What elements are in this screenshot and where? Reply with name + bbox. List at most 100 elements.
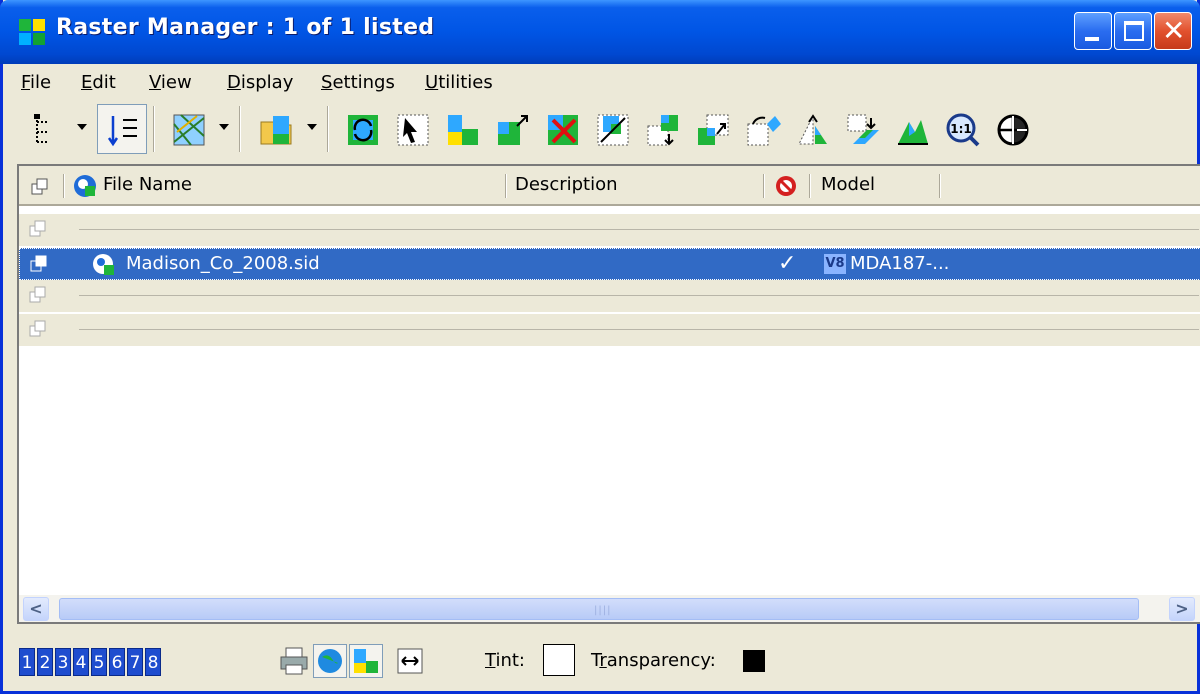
place-raster-button[interactable] <box>437 104 487 154</box>
menu-settings[interactable]: Settings <box>321 72 395 93</box>
minimize-button[interactable] <box>1074 12 1112 50</box>
column-model[interactable]: Model <box>821 174 875 195</box>
open-dropdown-icon[interactable] <box>307 124 317 130</box>
fit-toggle[interactable] <box>393 644 427 678</box>
menu-file[interactable]: File <box>21 72 51 93</box>
view-toggle-2[interactable]: 2 <box>37 648 53 676</box>
menu-edit[interactable]: Edit <box>81 72 116 93</box>
clip-raster-button[interactable] <box>887 104 937 154</box>
raster-icon <box>354 649 378 673</box>
mirror-raster-button[interactable] <box>787 104 837 154</box>
maximize-button[interactable] <box>1114 12 1152 50</box>
raster-toggle[interactable] <box>349 644 383 678</box>
model-v8-badge: V8 <box>824 254 846 274</box>
raster-manager-window: Raster Manager : 1 of 1 listed ✕ File Ed… <box>0 0 1200 694</box>
menu-utilities[interactable]: Utilities <box>425 72 493 93</box>
warp-raster-button[interactable] <box>837 104 887 154</box>
view-toggle-5[interactable]: 5 <box>91 648 107 676</box>
toolbar-separator <box>153 106 155 152</box>
move-up-button[interactable] <box>687 104 737 154</box>
globe-icon <box>997 114 1029 146</box>
column-separator[interactable] <box>939 174 941 198</box>
column-separator <box>63 174 65 198</box>
tree-view-button[interactable] <box>21 104 71 154</box>
menu-utilities-label: tilities <box>438 72 493 93</box>
scale-icon <box>498 115 528 145</box>
menu-view[interactable]: View <box>149 72 192 93</box>
view-toggle-7[interactable]: 7 <box>127 648 143 676</box>
detach-raster-button[interactable] <box>537 104 587 154</box>
toolbar-separator <box>239 106 241 152</box>
no-display-icon <box>776 176 796 196</box>
globe-icon <box>318 649 342 673</box>
column-separator[interactable] <box>505 174 507 198</box>
view-toggle-1[interactable]: 1 <box>19 648 35 676</box>
view-toggle-8[interactable]: 8 <box>145 648 161 676</box>
horizontal-scrollbar[interactable]: < |||| > <box>19 594 1200 622</box>
display-globe-button[interactable] <box>987 104 1037 154</box>
open-folder-button[interactable] <box>251 104 301 154</box>
column-description[interactable]: Description <box>515 174 618 195</box>
scale-raster-button[interactable] <box>487 104 537 154</box>
fit-icon <box>397 648 423 674</box>
menu-bar: File Edit View Display Settings Utilitie… <box>3 66 1197 100</box>
print-toggle[interactable] <box>277 644 311 678</box>
toolbar: 1:1 <box>17 102 1187 160</box>
column-separator[interactable] <box>763 174 765 198</box>
view-toggle-6[interactable]: 6 <box>109 648 125 676</box>
tint-color-swatch[interactable] <box>543 644 575 676</box>
close-button[interactable]: ✕ <box>1154 12 1192 50</box>
transparency-color-swatch[interactable] <box>743 650 765 672</box>
menu-display[interactable]: Display <box>227 72 293 93</box>
tree-view-icon <box>34 114 47 144</box>
attach-dropdown-icon[interactable] <box>219 124 229 130</box>
column-file-name[interactable]: File Name <box>103 174 192 195</box>
table-row[interactable] <box>19 280 1200 312</box>
copy-icon <box>30 255 47 272</box>
table-row[interactable] <box>19 214 1200 246</box>
view-toggle-4[interactable]: 4 <box>73 648 89 676</box>
display-check-icon[interactable]: ✓ <box>778 251 796 276</box>
file-name-cell: Madison_Co_2008.sid <box>126 253 320 274</box>
zoom-1to1-button[interactable]: 1:1 <box>937 104 987 154</box>
move-down-icon <box>647 115 678 146</box>
rotate-raster-button[interactable] <box>737 104 787 154</box>
reload-raster-button[interactable] <box>337 104 387 154</box>
tint-label: Tint: <box>485 650 525 671</box>
view-toggle-3[interactable]: 3 <box>55 648 71 676</box>
menu-settings-accel: S <box>321 72 333 93</box>
menu-edit-accel: E <box>81 72 93 93</box>
select-raster-button[interactable] <box>387 104 437 154</box>
attach-raster-button[interactable] <box>163 104 213 154</box>
table-row[interactable] <box>19 314 1200 346</box>
table-row-selected[interactable]: Madison_Co_2008.sid ✓ V8 MDA187-... <box>19 248 1200 280</box>
geo-toggle[interactable] <box>313 644 347 678</box>
select-icon <box>397 114 429 146</box>
maximize-icon <box>1124 21 1144 41</box>
move-raster-button[interactable] <box>587 104 637 154</box>
scroll-left-button[interactable]: < <box>23 597 49 621</box>
model-cell: MDA187-... <box>850 253 950 274</box>
menu-utilities-accel: U <box>425 72 439 93</box>
row-divider <box>79 329 1199 330</box>
move-down-button[interactable] <box>637 104 687 154</box>
scroll-right-button[interactable]: > <box>1169 597 1195 621</box>
menu-display-label: isplay <box>240 72 294 93</box>
column-separator[interactable] <box>809 174 811 198</box>
zoom-1to1-icon: 1:1 <box>946 113 980 147</box>
scroll-grip: |||| <box>594 605 612 616</box>
raster-file-icon <box>74 175 96 197</box>
scroll-thumb[interactable]: |||| <box>59 598 1139 620</box>
attach-raster-icon <box>173 114 205 146</box>
place-icon <box>448 115 478 145</box>
svg-text:1:1: 1:1 <box>950 122 972 136</box>
copy-icon <box>29 286 46 303</box>
tree-view-dropdown-icon[interactable] <box>77 124 87 130</box>
title-bar[interactable]: Raster Manager : 1 of 1 listed ✕ <box>0 0 1200 64</box>
row-divider <box>79 229 1199 230</box>
menu-view-label: iew <box>160 72 192 93</box>
transparency-accel: r <box>599 650 607 671</box>
list-view-button[interactable] <box>97 104 147 154</box>
close-icon: ✕ <box>1162 14 1186 47</box>
minimize-icon <box>1085 37 1099 41</box>
